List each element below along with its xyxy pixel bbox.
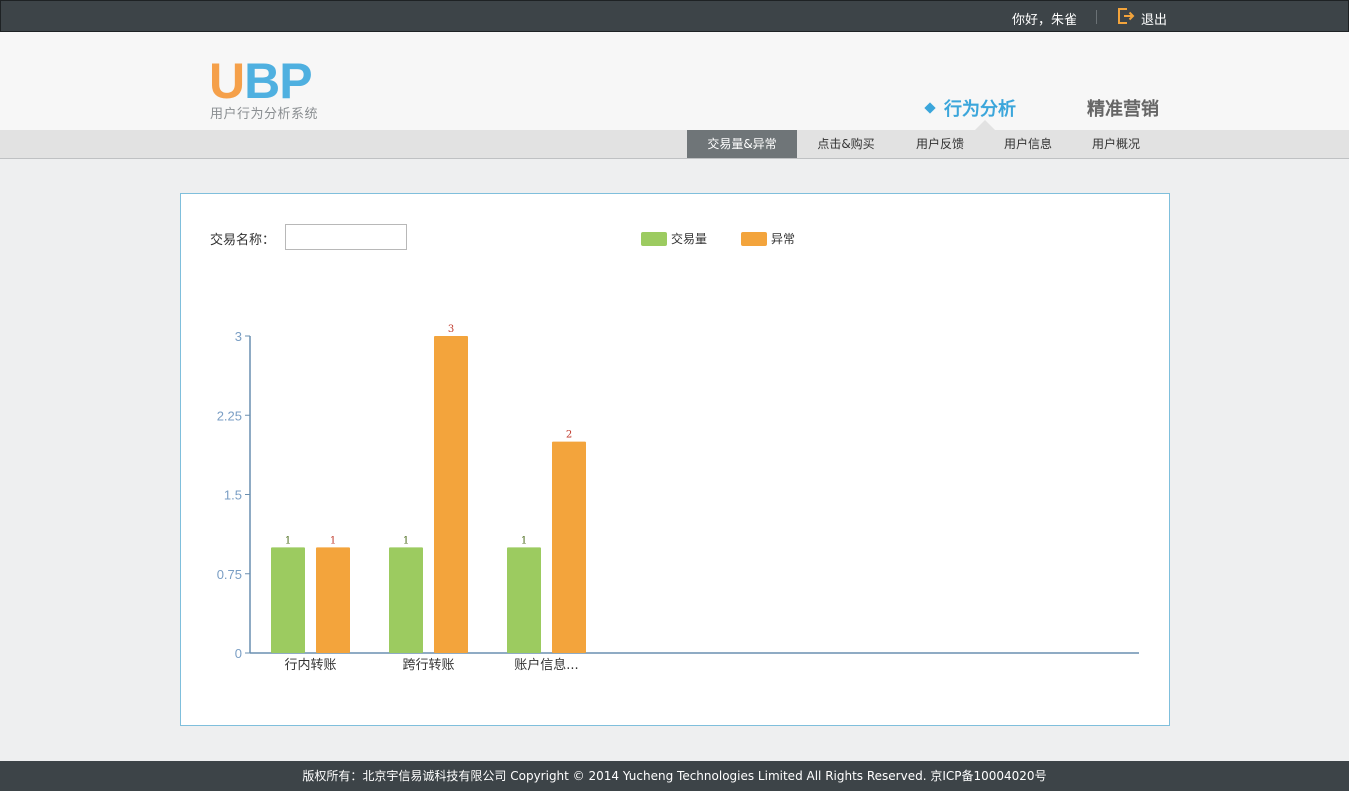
tab-volume-anomaly[interactable]: 交易量&异常 xyxy=(687,130,797,158)
tab-user-feedback[interactable]: 用户反馈 xyxy=(897,130,983,158)
y-tick-label: 3 xyxy=(235,329,242,344)
bar-value-label: 3 xyxy=(448,324,454,335)
bar-value-label: 1 xyxy=(403,535,409,546)
x-tick-label: 行内转账 xyxy=(284,657,336,673)
footer: 版权所有：北京宇信易诚科技有限公司 Copyright © 2014 Yuche… xyxy=(0,761,1349,791)
sub-nav: 交易量&异常 点击&购买 用户反馈 用户信息 用户概况 xyxy=(0,130,1349,159)
y-tick-label: 2.25 xyxy=(217,408,242,423)
y-tick-label: 0.75 xyxy=(217,567,242,582)
bar-volume xyxy=(389,547,423,653)
logout-icon xyxy=(1117,7,1135,29)
bar-volume xyxy=(271,547,305,653)
bar-value-label: 1 xyxy=(285,535,291,546)
y-tick-label: 1.5 xyxy=(224,488,242,503)
bar-value-label: 2 xyxy=(566,430,572,441)
top-bar: 你好，朱雀 退出 xyxy=(0,0,1349,32)
bar-anomaly xyxy=(434,336,468,653)
logout-label: 退出 xyxy=(1141,12,1168,28)
tab-user-overview[interactable]: 用户概况 xyxy=(1073,130,1159,158)
user-greeting: 你好，朱雀 xyxy=(1011,13,1077,28)
main-nav-active-label: 行为分析 xyxy=(944,99,1016,120)
bar-anomaly xyxy=(316,547,350,653)
logo-letters-bp: BP xyxy=(244,53,312,109)
bar-value-label: 1 xyxy=(330,535,336,546)
x-tick-label: 跨行转账 xyxy=(402,658,454,673)
x-tick-label: 账户信息... xyxy=(514,657,578,673)
logout-button[interactable]: 退出 xyxy=(1117,7,1167,29)
logo-subtitle: 用户行为分析系统 xyxy=(210,107,319,122)
diamond-icon xyxy=(924,102,936,114)
bar-chart: 0 0.75 1.5 2.25 3 1 1 行内转账 1 3 跨行转账 1 2 账户信息... xyxy=(217,324,1139,673)
bar-value-label: 1 xyxy=(521,535,527,546)
tab-click-purchase[interactable]: 点击&购买 xyxy=(801,130,891,158)
tab-user-info[interactable]: 用户信息 xyxy=(985,130,1071,158)
chart-panel: 交易名称： 交易量 异常 0 0.75 1.5 2.25 3 1 1 行内转账 1 3 跨行转账 1 2… xyxy=(180,193,1170,726)
nav-caret-indicator xyxy=(975,120,995,130)
main-nav-precision-marketing[interactable]: 精准营销 xyxy=(1087,95,1159,121)
y-tick-label: 0 xyxy=(235,646,242,661)
topbar-divider xyxy=(1096,10,1097,24)
main-nav-behavior-analysis[interactable]: 行为分析 xyxy=(924,95,1016,121)
header: UBP 用户行为分析系统 行为分析 精准营销 xyxy=(0,32,1349,130)
logo-letter-u: U xyxy=(209,53,245,109)
ubp-logo: UBP 用户行为分析系统 xyxy=(209,53,318,122)
bar-volume xyxy=(507,547,541,653)
bar-anomaly xyxy=(552,441,586,653)
